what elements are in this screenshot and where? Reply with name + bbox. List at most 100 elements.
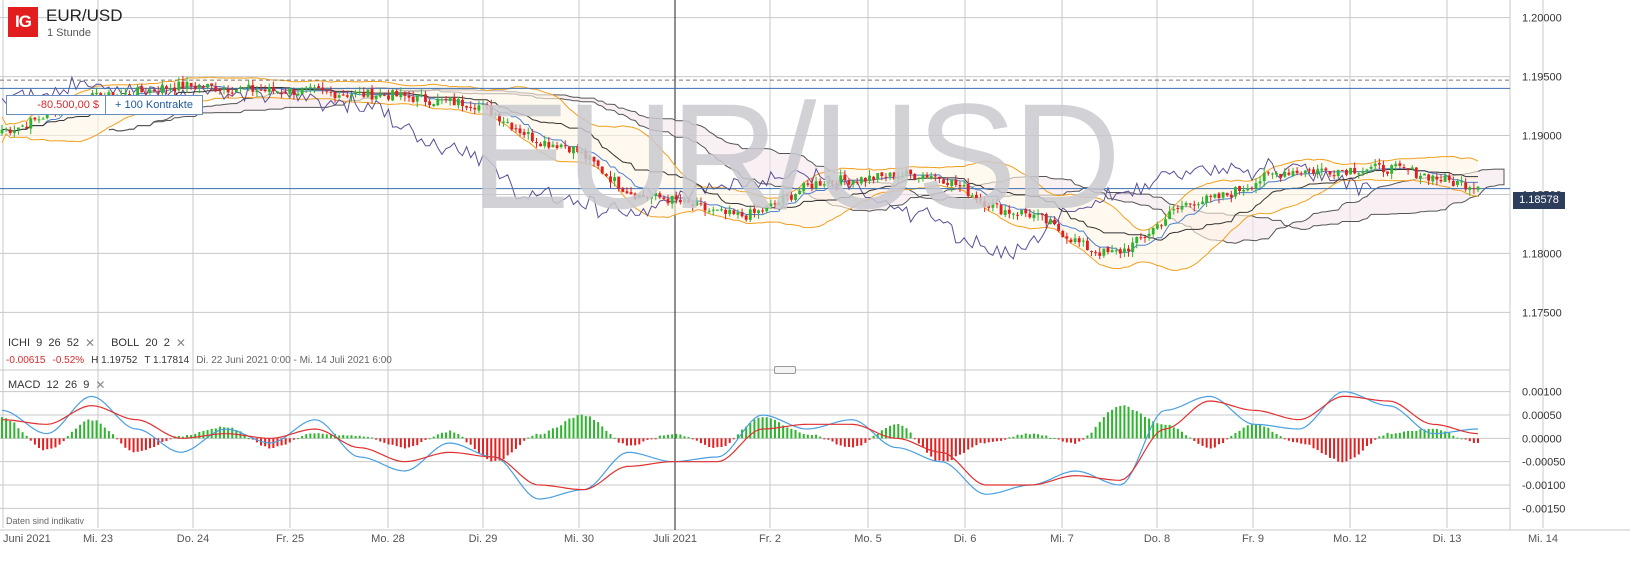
macd-histogram-bar: [1439, 430, 1442, 439]
time-axis-label: Do. 8: [1144, 533, 1170, 545]
ichimoku-param: 52: [66, 337, 79, 349]
macd-histogram-bar: [1061, 438, 1064, 442]
macd-histogram-bar: [658, 435, 661, 439]
macd-histogram-bar: [387, 438, 390, 445]
candle-body: [1094, 252, 1098, 254]
macd-histogram-bar: [9, 421, 12, 439]
macd-histogram-bar: [116, 438, 119, 440]
candle-body: [555, 145, 559, 148]
macd-histogram-bar: [371, 437, 374, 439]
macd-histogram-bar: [42, 438, 45, 451]
macd-histogram-bar: [107, 431, 110, 439]
bollinger-indicator[interactable]: BOLL 20 2: [111, 337, 170, 349]
macd-histogram-bar: [1148, 418, 1151, 439]
bollinger-close-icon[interactable]: ✕: [176, 336, 186, 350]
candle-body: [970, 195, 974, 197]
candle-body: [140, 86, 144, 93]
candle-body: [942, 179, 945, 184]
candle-body: [1336, 169, 1340, 177]
candle-body: [329, 91, 333, 93]
candle-body: [937, 176, 941, 179]
macd-indicator[interactable]: MACD 12 26 9: [8, 379, 89, 391]
macd-histogram-bar: [399, 438, 402, 448]
macd-histogram-bar: [593, 419, 596, 439]
macd-close-icon[interactable]: ✕: [95, 378, 105, 392]
macd-histogram-bar: [605, 430, 608, 439]
macd-histogram-bar: [967, 438, 970, 450]
macd-histogram-bar: [523, 438, 526, 441]
candle-body: [888, 172, 892, 177]
candle-body: [1077, 238, 1081, 243]
macd-histogram-bar: [1176, 428, 1179, 439]
candle-body: [814, 181, 818, 189]
macd-histogram-bar: [38, 438, 41, 449]
time-axis-label: Juni 2021: [3, 533, 51, 545]
macd-histogram-bar: [1222, 438, 1225, 443]
macd-histogram-bar: [1238, 430, 1241, 439]
pane-splitter-handle[interactable]: [774, 366, 796, 374]
candle-body: [313, 87, 316, 89]
candle-body: [448, 98, 452, 101]
change-percent: -0.52%: [52, 355, 85, 366]
macd-histogram-bar: [1045, 435, 1048, 439]
macd-histogram-bar: [95, 420, 98, 439]
candle-body: [469, 106, 473, 108]
candle-body: [859, 177, 863, 184]
macd-histogram-bar: [1209, 438, 1212, 449]
macd-histogram-bar: [350, 435, 353, 439]
macd-histogram-bar: [1271, 431, 1274, 439]
macd-histogram-bar: [872, 435, 875, 439]
candle-body: [465, 106, 469, 108]
macd-histogram-bar: [1193, 438, 1196, 441]
macd-histogram-bar: [531, 435, 534, 439]
instrument-title[interactable]: EUR/USD: [46, 6, 123, 26]
timeframe-label[interactable]: 1 Stunde: [47, 27, 91, 39]
macd-histogram-bar: [29, 438, 32, 441]
macd-histogram-bar: [1139, 413, 1142, 439]
ichimoku-close-icon[interactable]: ✕: [85, 336, 95, 350]
candle-body: [1159, 225, 1163, 227]
macd-histogram-bar: [1378, 436, 1381, 439]
open-position-box[interactable]: -80.500,00 $ + 100 Kontrakte: [6, 95, 203, 115]
candle-body: [1151, 227, 1155, 235]
candle-body: [740, 212, 744, 217]
candle-body: [1443, 175, 1447, 182]
macd-histogram-bar: [1234, 432, 1237, 439]
candle-body: [580, 151, 584, 153]
macd-histogram-bar: [1024, 433, 1027, 439]
candle-body: [576, 146, 580, 152]
candle-body: [789, 194, 793, 200]
candle-body: [547, 142, 551, 148]
candle-body: [473, 107, 477, 110]
chart-canvas[interactable]: 1.200001.195001.190001.185001.180001.175…: [0, 0, 1630, 567]
candle-body: [765, 205, 769, 212]
candle-body: [1221, 192, 1225, 198]
candle-body: [1188, 203, 1192, 205]
price-axis-label: 1.17500: [1522, 307, 1562, 319]
macd-histogram-bar: [757, 417, 760, 439]
candle-body: [259, 89, 263, 91]
macd-histogram-bar: [1275, 433, 1278, 439]
macd-histogram-bar: [778, 422, 781, 439]
candle-body: [1106, 247, 1110, 253]
macd-histogram-bar: [556, 427, 559, 439]
candle-body: [481, 103, 485, 105]
candle-body: [1320, 168, 1324, 171]
candle-body: [210, 83, 214, 86]
candle-body: [1176, 207, 1180, 209]
candle-body: [432, 104, 436, 107]
macd-histogram-bar: [1053, 437, 1056, 439]
macd-histogram-bar: [1341, 438, 1344, 463]
macd-histogram-bar: [214, 428, 217, 439]
macd-histogram-bar: [218, 426, 221, 439]
macd-histogram-bar: [1468, 438, 1471, 442]
macd-histogram-bar: [1119, 405, 1122, 439]
candle-body: [592, 156, 596, 162]
ichimoku-indicator[interactable]: ICHI 9 26 52: [8, 337, 79, 349]
candle-body: [835, 183, 839, 186]
macd-histogram-bar: [535, 433, 538, 439]
macd-histogram-bar: [987, 438, 990, 443]
candle-body: [1238, 186, 1241, 191]
time-axis-label: Fr. 9: [1242, 533, 1264, 545]
macd-histogram-bar: [1263, 426, 1266, 439]
